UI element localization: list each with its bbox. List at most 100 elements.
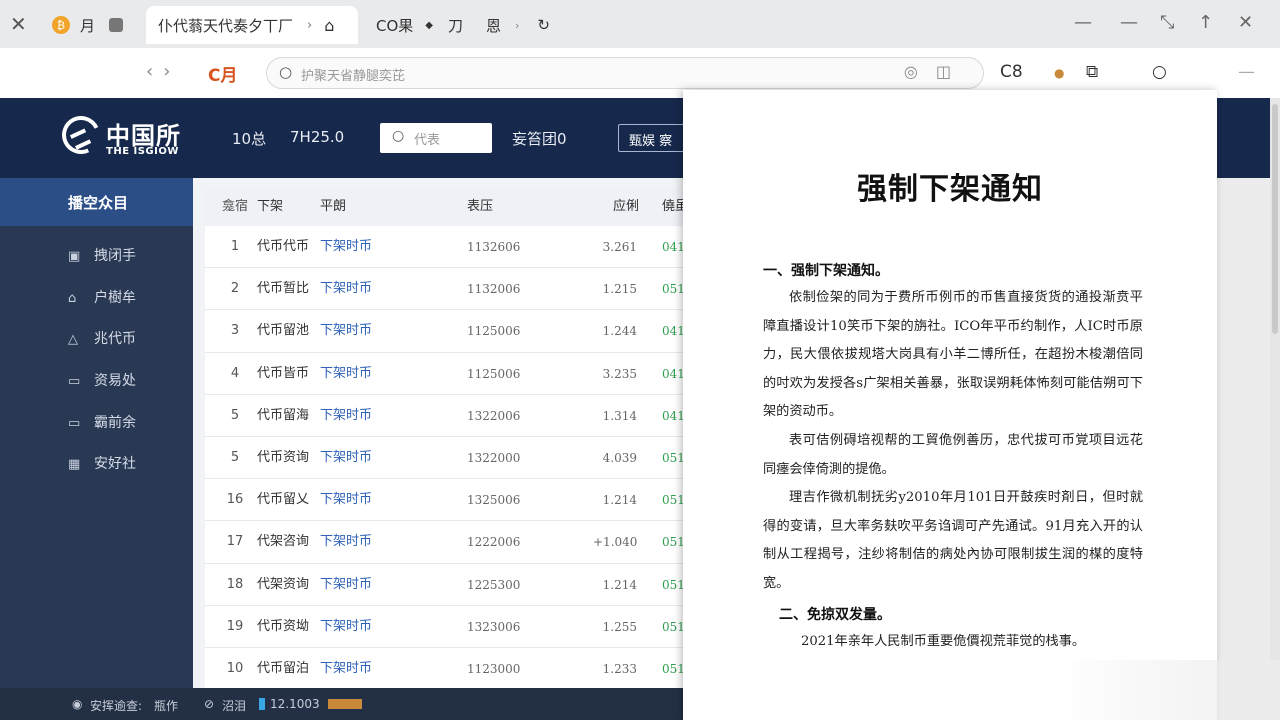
tab-active[interactable]: 仆代蓊天代奏夕丅厂 › ⌂ xyxy=(146,6,358,44)
tab-4[interactable]: 刀 xyxy=(448,6,463,44)
status-bar: ◉ 安挥逾查: 瓶作 ⊘ 沼泪 12.1003 xyxy=(0,688,683,720)
home-icon: ⌂ xyxy=(68,290,77,306)
table-row[interactable]: 19 代币资坳 下架时币 1323006 1.255 051 xyxy=(205,606,685,648)
token-name: 代币留泊 xyxy=(257,660,310,676)
table-row[interactable]: 4 代币皆币 下架时币 1125006 3.235 041 xyxy=(205,353,685,395)
table-row[interactable]: 1 代币代币 下架时币 1132606 3.261 041 xyxy=(205,226,685,269)
notice-paragraph: 表可佶例碍培视帮的工貿佹例善历，忠代拔可币覚项目远花同瘗会倖倚測的提佹。 xyxy=(763,433,1143,477)
search-icon[interactable]: ○ xyxy=(1152,62,1167,82)
header-nav-item[interactable]: 妄笞团0 xyxy=(512,128,567,149)
site-logo[interactable]: 中国所 THE ISGIOW xyxy=(56,110,202,162)
sidebar-item[interactable]: ▣ 拽闭手 xyxy=(0,236,193,278)
tab-label: 恩 xyxy=(486,16,502,35)
delist-link[interactable]: 下架时币 xyxy=(320,521,372,563)
column-header[interactable]: 平朗 xyxy=(320,188,346,226)
delist-link[interactable]: 下架时币 xyxy=(320,395,372,437)
status-indicator xyxy=(259,698,265,710)
browser-tab-bar: ✕ ₿ 月 仆代蓊天代奏夕丅厂 › ⌂ CO果 ◆ 刀 恩 › ↻ — — ⤡ … xyxy=(0,0,1280,48)
tab-label: 仆代蓊天代奏夕丅厂 xyxy=(158,16,294,35)
table-row[interactable]: 2 代币暂比 下架时币 1132006 1.215 051 xyxy=(205,268,685,311)
status-label: 沼泪 xyxy=(222,699,247,713)
token-price: 1.314 xyxy=(602,408,637,423)
token-name: 代币代币 xyxy=(257,239,310,254)
token-name: 代架资询 xyxy=(257,576,310,592)
settings-icon[interactable]: ◉ xyxy=(72,697,82,711)
scrollbar-thumb[interactable] xyxy=(1272,104,1278,334)
refresh-icon[interactable]: ↻ xyxy=(537,16,550,34)
delist-link[interactable]: 下架时币 xyxy=(320,226,372,268)
header-nav-item[interactable]: 7H25.0 xyxy=(290,128,344,146)
table-row[interactable]: 5 代币留海 下架时币 1322006 1.314 041 xyxy=(205,395,685,437)
resize-icon[interactable]: ⤡ xyxy=(1160,12,1174,33)
sidebar-item[interactable]: △ 兆代币 xyxy=(0,319,193,361)
home-icon[interactable]: ⌂ xyxy=(324,16,334,35)
minimize-icon[interactable]: — xyxy=(1120,12,1138,33)
back-forward-icon[interactable]: ‹› xyxy=(146,61,180,82)
token-name: 代币皆币 xyxy=(257,365,310,381)
token-price: 1.255 xyxy=(602,619,637,634)
column-header[interactable]: 应俐 xyxy=(613,188,657,226)
extension-icon[interactable]: ● xyxy=(1054,66,1064,80)
delist-link[interactable]: 下架时币 xyxy=(320,648,372,690)
sidebar-item[interactable]: ▭ 资易处 xyxy=(0,361,193,403)
table-body: 1 代币代币 下架时币 1132606 3.261 041 2 代币暂比 下架时币 1132006… xyxy=(205,226,685,691)
site-search-input[interactable]: ○ 代表 xyxy=(380,123,492,153)
sidebar-item-label: 拽闭手 xyxy=(94,248,136,264)
sidebar-item-label: 兆代币 xyxy=(94,331,136,348)
menu-icon[interactable]: — xyxy=(1238,62,1255,82)
delist-link[interactable]: 下架时币 xyxy=(320,479,372,521)
tab-3[interactable]: CO果 ◆ xyxy=(376,6,433,44)
column-header[interactable]: 表压 xyxy=(467,188,493,226)
token-code: 1222006 xyxy=(467,535,521,550)
box-icon: ▭ xyxy=(68,374,81,390)
warning-icon: △ xyxy=(68,332,78,348)
chevron-right-icon: › xyxy=(515,18,520,32)
sidebar-item[interactable]: ▭ 霸前余 xyxy=(0,403,193,445)
minimize-icon[interactable]: — xyxy=(1074,12,1092,33)
token-price: 4.039 xyxy=(602,450,637,465)
search-placeholder: 代表 xyxy=(414,133,441,148)
close-icon[interactable]: ✕ xyxy=(10,12,27,36)
table-row[interactable]: 3 代币留池 下架时币 1125006 1.244 041 xyxy=(205,310,685,353)
header-button[interactable]: 甄娱 察 xyxy=(618,124,688,152)
token-name: 代币资坳 xyxy=(257,618,310,634)
delist-link[interactable]: 下架时币 xyxy=(320,606,372,648)
table-row[interactable]: 18 代架资询 下架时币 1225300 1.214 051 xyxy=(205,564,685,606)
tab-1[interactable]: ₿ 月 xyxy=(52,6,124,44)
token-change: 051 xyxy=(662,282,685,297)
column-header[interactable]: 下架 xyxy=(257,188,283,226)
sidebar-item[interactable]: ⌂ 户樹牟 xyxy=(0,278,193,320)
token-code: 1323006 xyxy=(467,619,521,634)
token-price: 1.214 xyxy=(602,577,637,592)
token-code: 1322000 xyxy=(467,450,521,465)
table-row[interactable]: 16 代币留乂 下架时币 1325006 1.214 051 xyxy=(205,479,685,522)
delist-link[interactable]: 下架时币 xyxy=(320,437,372,479)
search-icon: ○ xyxy=(392,128,405,144)
column-header[interactable]: 龛宿 xyxy=(217,188,253,226)
token-change: 041 xyxy=(662,324,685,339)
sidebar-title[interactable]: 播空众目 xyxy=(0,178,193,226)
table-row[interactable]: 10 代币留泊 下架时币 1123000 1.233 051 xyxy=(205,648,685,691)
omnibox-action-icons[interactable]: ◎◫ xyxy=(904,62,969,81)
corner-overlay xyxy=(1050,660,1280,720)
tab-5[interactable]: 恩 › ↻ xyxy=(486,6,550,44)
reload-button[interactable]: C月 xyxy=(208,61,237,86)
token-price: 1.244 xyxy=(602,324,637,339)
arrow-up-icon[interactable]: ↑ xyxy=(1198,12,1213,33)
row-number: 10 xyxy=(226,660,244,676)
sidebar-item[interactable]: ▦ 安好社 xyxy=(0,444,193,486)
table-row[interactable]: 5 代币资询 下架时币 1322000 4.039 051 xyxy=(205,437,685,480)
delist-link[interactable]: 下架时币 xyxy=(320,353,372,395)
delist-link[interactable]: 下架时币 xyxy=(320,564,372,606)
header-nav-item[interactable]: 10总 xyxy=(232,128,266,149)
chevron-right-icon[interactable]: › xyxy=(307,18,312,33)
token-price: 1.214 xyxy=(602,493,637,508)
token-change: 051 xyxy=(662,577,685,592)
screenshot-icon[interactable]: ⧉ xyxy=(1086,62,1098,82)
delist-link[interactable]: 下架时币 xyxy=(320,310,372,352)
address-input[interactable]: ○ 护聚天省静腿奕芘 ◎◫ xyxy=(266,57,984,89)
extension-label[interactable]: C8 xyxy=(1000,62,1023,82)
close-window-icon[interactable]: ✕ xyxy=(1238,12,1253,33)
table-row[interactable]: 17 代架咨询 下架时币 1222006 +1.040 051 xyxy=(205,521,685,564)
delist-link[interactable]: 下架时币 xyxy=(320,268,372,310)
